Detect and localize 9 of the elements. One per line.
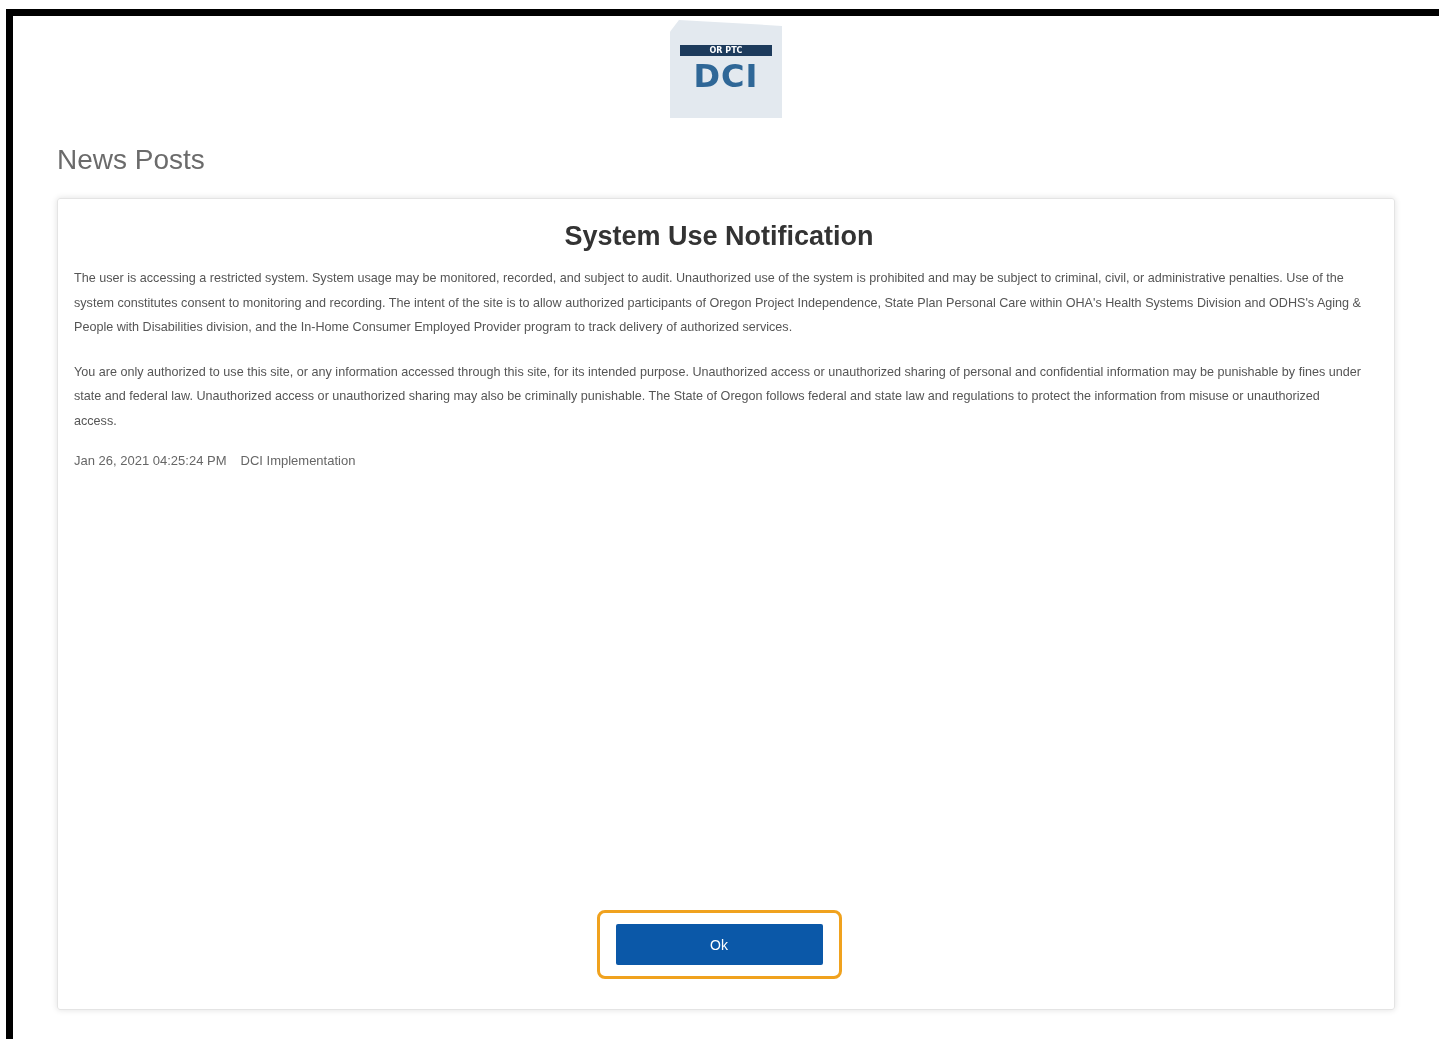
notice-paragraph: The user is accessing a restricted system. System usage may be monitored, recorded, and subject to audit. Unauthorized use of the system is prohibited and may be subject to criminal, civil, or administrative penalties. Use of the system constitutes consent to monitoring and recording. The intent of the site is to allow authorized participants of Oregon Project Independence, State Plan Personal Care within OHA's Health Systems Division and ODHS's Aging & People with Disabilities division, and the In-Home Consumer Employed Provider program to track delivery of authorized services. [74,270,1362,336]
logo-band: OR PTC [680,44,772,56]
ok-button[interactable]: Ok [615,924,823,965]
page-title: News Posts [57,143,206,177]
notice-paragraph: You are only authorized to use this site, or any information accessed through this site, for its intended purpose. Unauthorized access or unauthorized sharing of personal and confidential information may be punishable by fines under state and federal law. Unauthorized access or unauthorized sharing may also be criminally punishable. The State of Oregon follows federal and state law and regulations to protect the information from misuse or unauthorized access. [74,363,1362,430]
post-date: Jan 26, 2021 04:25:24 PM [74,453,227,468]
logo-letters: DCI [693,57,759,94]
notice-title: System Use Notification [563,221,875,252]
post-author: DCI Implementation [240,453,356,468]
